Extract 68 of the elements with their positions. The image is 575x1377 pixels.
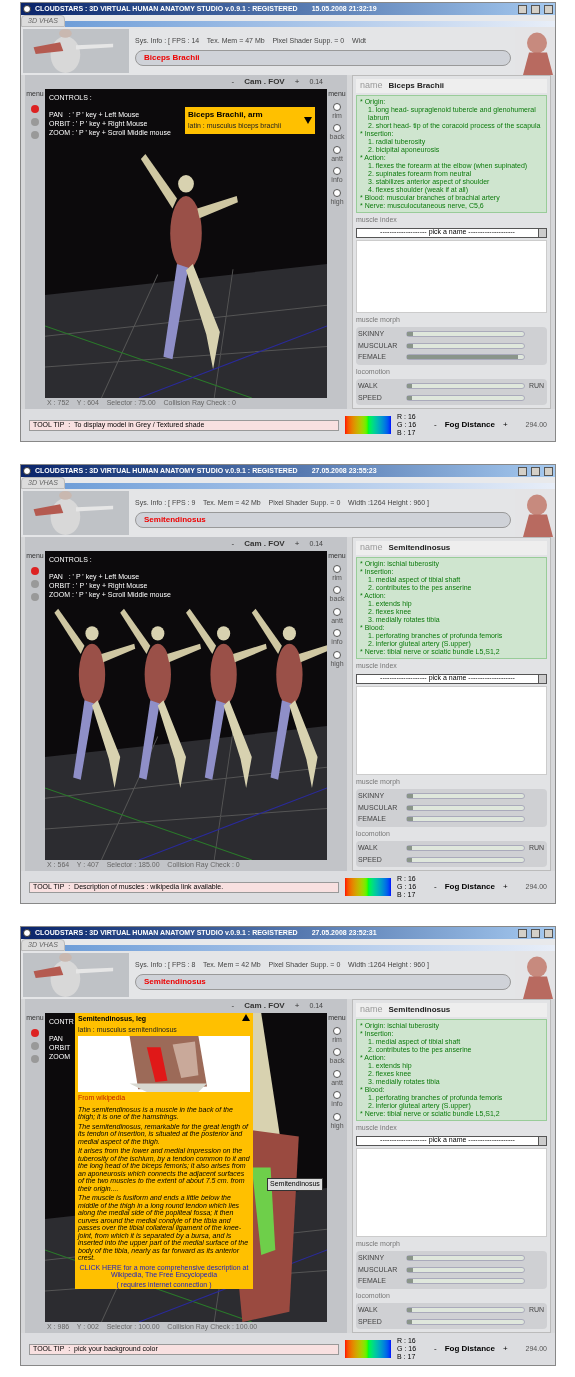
tool-icon[interactable]	[333, 102, 341, 111]
selected-muscle-bar: Biceps Brachii	[135, 50, 511, 67]
tool-icon[interactable]	[333, 1112, 341, 1121]
triangle-icon[interactable]	[304, 116, 312, 124]
color-picker[interactable]	[345, 416, 391, 434]
slider[interactable]	[406, 1266, 525, 1273]
camera-plus[interactable]: +	[294, 538, 300, 550]
tool-icon[interactable]	[333, 1026, 341, 1035]
fog-minus[interactable]: -	[434, 419, 437, 431]
slider[interactable]	[406, 354, 525, 361]
slider[interactable]	[406, 1307, 525, 1314]
camera-label: Cam . FOV	[244, 538, 285, 550]
camera-plus[interactable]: +	[294, 76, 300, 88]
fog-label: Fog Distance	[444, 881, 495, 893]
tool-icon[interactable]	[333, 1091, 341, 1099]
muscle-name: Semitendinosus	[388, 542, 451, 554]
name-label: name	[360, 541, 383, 555]
tool-icon[interactable]	[333, 586, 341, 594]
record-icon[interactable]	[31, 1028, 39, 1037]
muscle-name: Semitendinosus	[388, 1004, 451, 1016]
selected-muscle-bar: Semitendinosus	[135, 974, 511, 991]
app-icon	[23, 929, 31, 937]
app-icon	[23, 5, 31, 13]
fog-plus[interactable]: +	[502, 881, 508, 893]
slider[interactable]	[406, 1278, 525, 1285]
name-label: name	[360, 79, 383, 93]
color-picker[interactable]	[345, 878, 391, 896]
slider[interactable]	[406, 383, 525, 390]
camera-minus[interactable]: -	[231, 538, 235, 550]
slider[interactable]	[406, 1318, 525, 1325]
color-picker[interactable]	[345, 1340, 391, 1358]
slider[interactable]	[406, 331, 525, 338]
muscle-name: Biceps Brachii	[388, 80, 445, 92]
slider[interactable]	[406, 845, 525, 852]
slider[interactable]	[406, 394, 525, 401]
camera-minus[interactable]: -	[231, 1000, 235, 1012]
fog-plus[interactable]: +	[502, 1343, 508, 1355]
record-icon[interactable]	[31, 104, 39, 113]
selected-muscle-bar: Semitendinosus	[135, 512, 511, 529]
popup-title: Biceps Brachii, arm	[188, 109, 264, 121]
slider[interactable]	[406, 1255, 525, 1262]
fog-minus[interactable]: -	[434, 881, 437, 893]
slider[interactable]	[406, 856, 525, 863]
slider[interactable]	[406, 816, 525, 823]
tool-icon[interactable]	[333, 607, 341, 616]
tool-icon[interactable]	[333, 629, 341, 637]
tool-icon[interactable]	[333, 650, 341, 659]
fog-label: Fog Distance	[444, 419, 495, 431]
tool-icon[interactable]	[333, 564, 341, 573]
slider[interactable]	[406, 342, 525, 349]
tool-icon[interactable]	[333, 1069, 341, 1078]
fog-label: Fog Distance	[444, 1343, 495, 1355]
app-icon	[23, 467, 31, 475]
tool-icon[interactable]	[333, 188, 341, 197]
tool-icon[interactable]	[333, 167, 341, 175]
slider[interactable]	[406, 793, 525, 800]
record-icon[interactable]	[31, 566, 39, 575]
camera-label: Cam . FOV	[244, 1000, 285, 1012]
tool-icon[interactable]	[333, 145, 341, 154]
name-label: name	[360, 1003, 383, 1017]
fog-minus[interactable]: -	[434, 1343, 437, 1355]
fog-plus[interactable]: +	[502, 419, 508, 431]
camera-minus[interactable]: -	[231, 76, 235, 88]
camera-label: Cam . FOV	[244, 76, 285, 88]
tool-icon[interactable]	[333, 1048, 341, 1056]
camera-plus[interactable]: +	[294, 1000, 300, 1012]
slider[interactable]	[406, 804, 525, 811]
tool-icon[interactable]	[333, 124, 341, 132]
